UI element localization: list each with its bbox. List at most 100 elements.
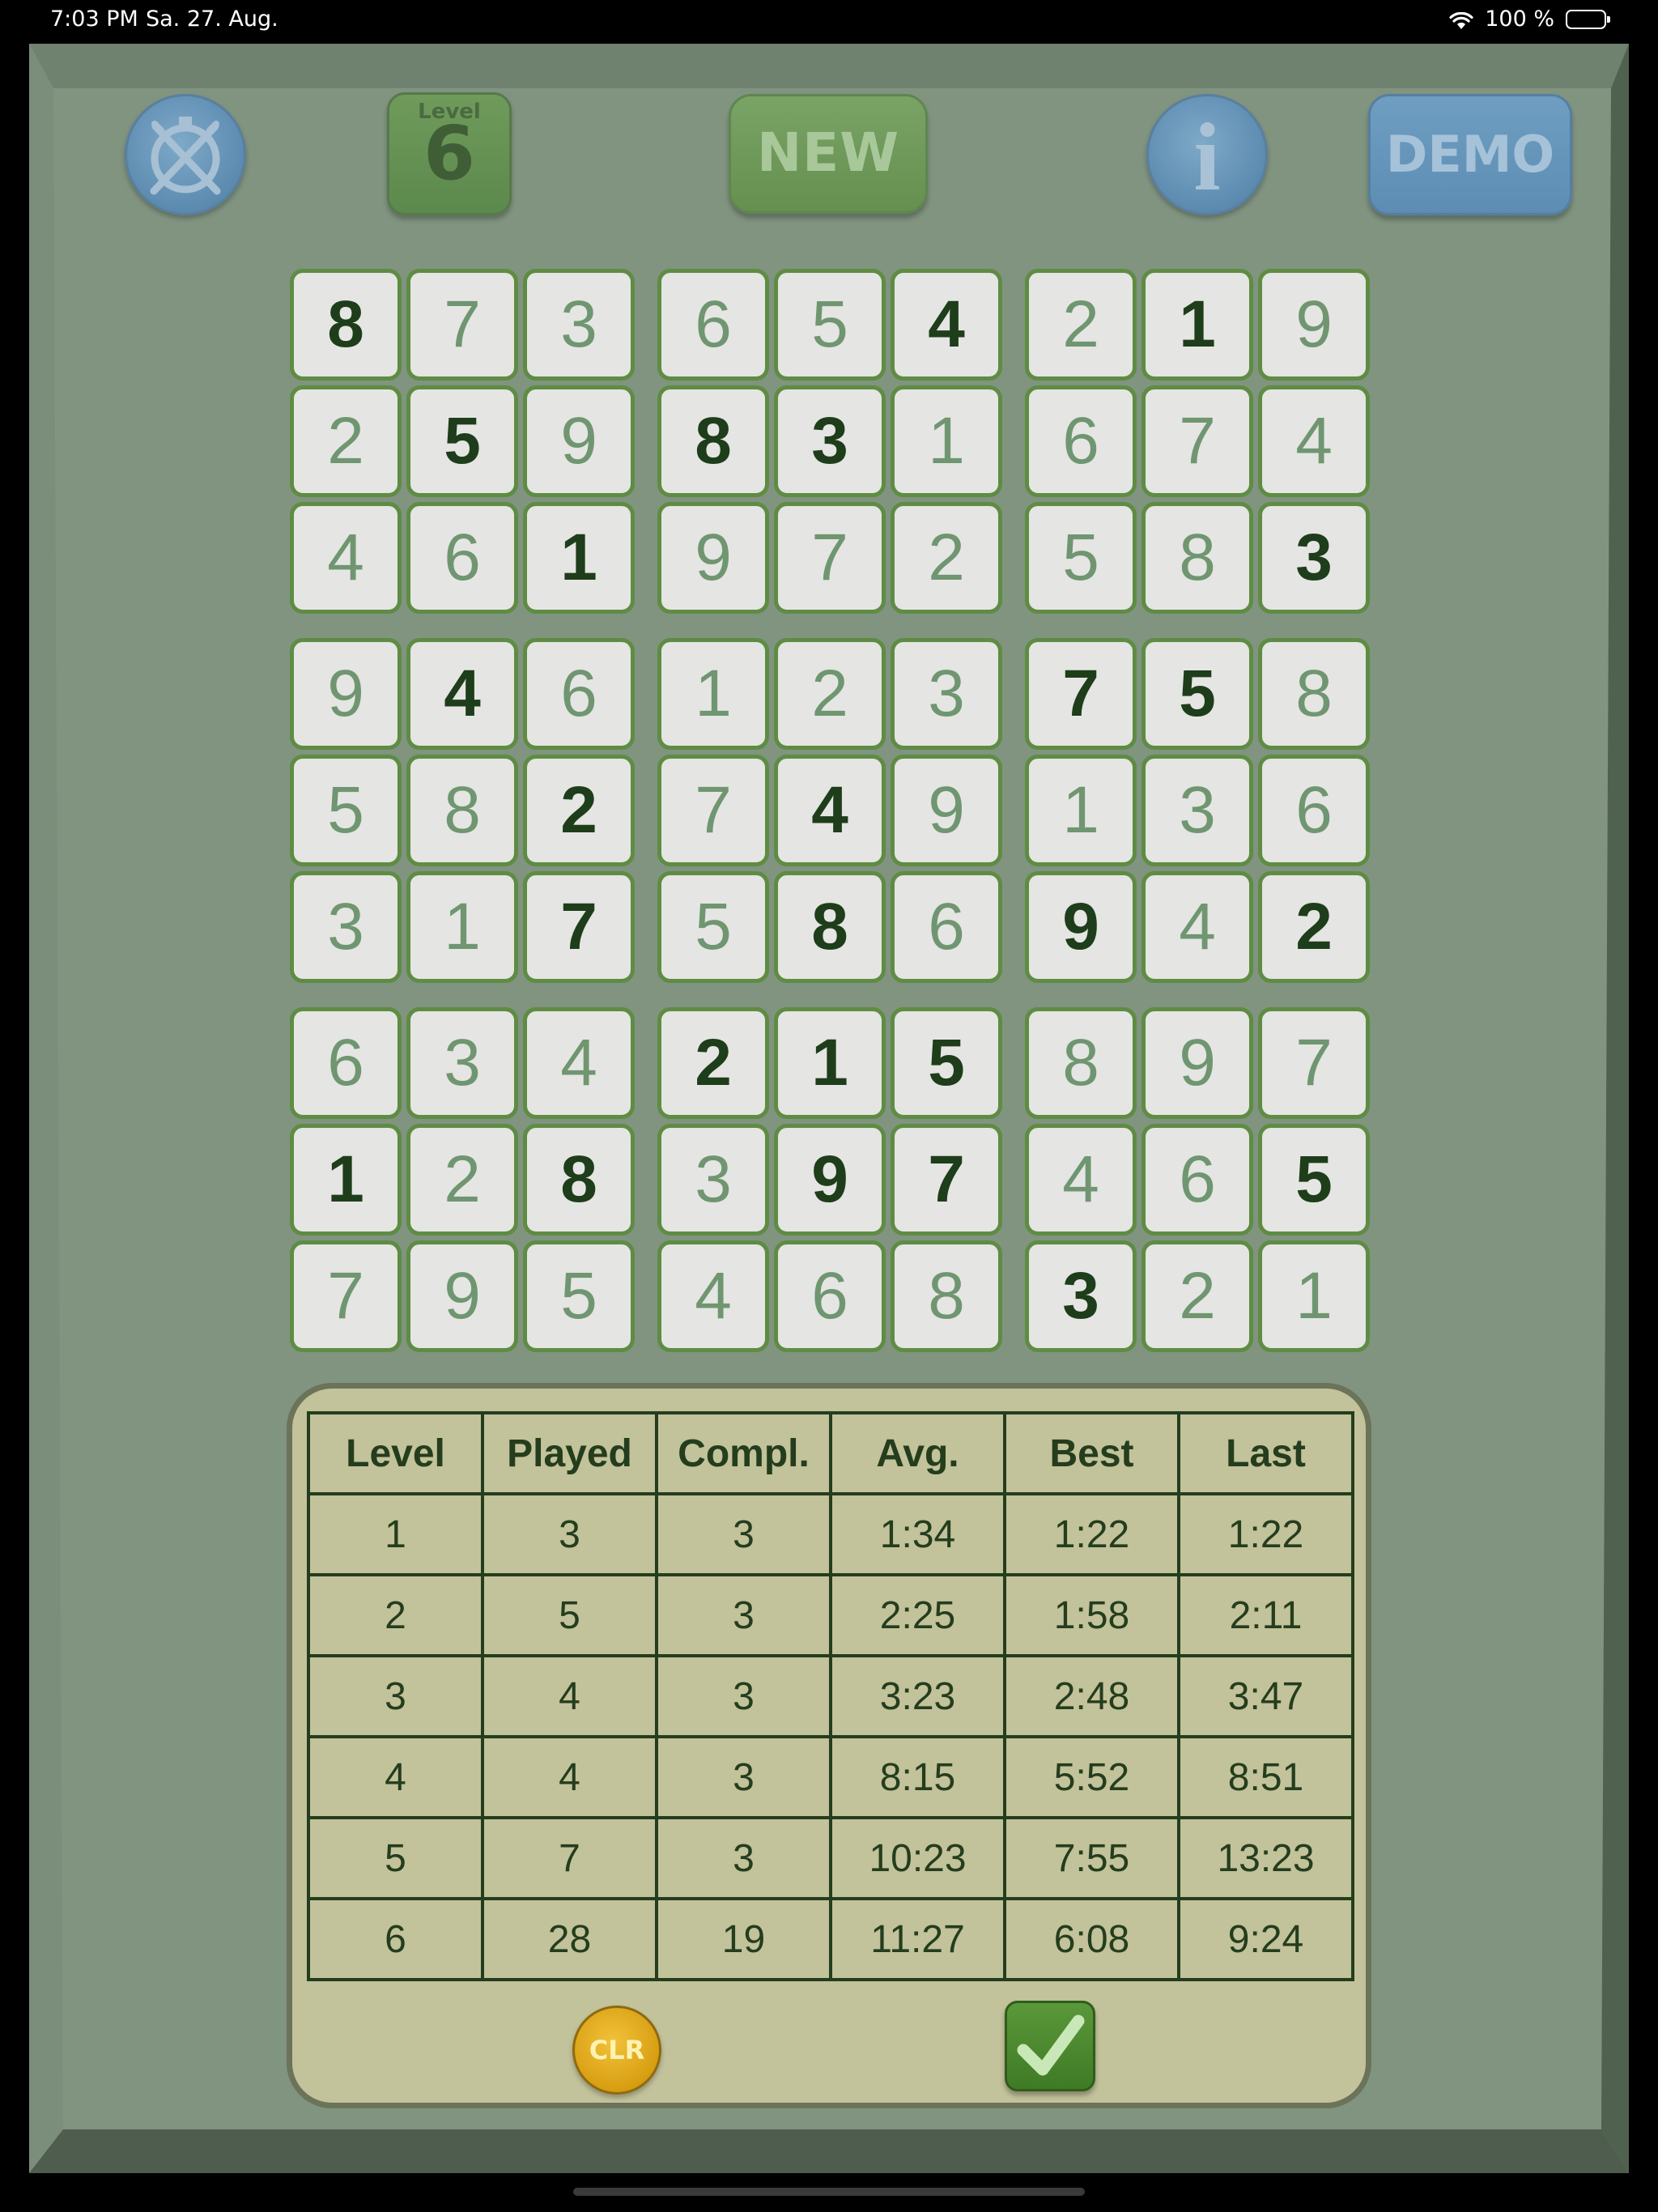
sudoku-cell[interactable]: 5 [657,871,769,983]
sudoku-cell[interactable]: 8 [1258,638,1370,750]
sudoku-cell[interactable]: 9 [290,638,402,750]
sudoku-cell[interactable]: 5 [1258,1124,1370,1236]
sudoku-cell[interactable]: 7 [406,269,518,381]
demo-button[interactable]: DEMO [1368,94,1572,215]
sudoku-cell[interactable]: 7 [657,755,769,866]
sudoku-cell[interactable]: 4 [774,755,886,866]
sudoku-cell[interactable]: 8 [657,385,769,497]
sudoku-cell[interactable]: 3 [774,385,886,497]
sudoku-cell[interactable]: 6 [406,502,518,614]
sudoku-cell[interactable]: 1 [406,871,518,983]
statistics-row: 4 4 3 8:15 5:52 8:51 [307,1735,1354,1819]
header-average: Avg. [829,1411,1006,1495]
sudoku-cell[interactable]: 3 [523,269,635,381]
sudoku-cell[interactable]: 3 [1258,502,1370,614]
sudoku-cell[interactable]: 9 [1141,1007,1253,1119]
statistics-cell: 6:08 [1003,1897,1180,1981]
statistics-panel: Level Played Compl. Avg. Best Last 1 3 3 1:… [287,1383,1371,2108]
sudoku-cell[interactable]: 1 [657,638,769,750]
sudoku-cell[interactable]: 2 [1025,269,1137,381]
sudoku-cell[interactable]: 7 [523,871,635,983]
sudoku-cell[interactable]: 4 [523,1007,635,1119]
sudoku-cell[interactable]: 7 [1141,385,1253,497]
sudoku-cell[interactable]: 2 [1258,871,1370,983]
sudoku-cell[interactable]: 4 [406,638,518,750]
sudoku-cell[interactable]: 5 [406,385,518,497]
sudoku-cell[interactable]: 2 [406,1124,518,1236]
sudoku-cell[interactable]: 3 [290,871,402,983]
info-button[interactable]: i [1146,94,1268,215]
sudoku-cell[interactable]: 4 [891,269,1002,381]
sudoku-cell[interactable]: 2 [290,385,402,497]
sudoku-cell[interactable]: 5 [523,1240,635,1352]
sudoku-cell[interactable]: 1 [891,385,1002,497]
statistics-cell: 2:48 [1003,1654,1180,1738]
sudoku-cell[interactable]: 6 [774,1240,886,1352]
sudoku-cell[interactable]: 9 [1258,269,1370,381]
sudoku-cell[interactable]: 7 [290,1240,402,1352]
sudoku-cell[interactable]: 1 [290,1124,402,1236]
sudoku-cell[interactable]: 6 [891,871,1002,983]
sudoku-cell[interactable]: 7 [1025,638,1137,750]
sudoku-cell[interactable]: 3 [1141,755,1253,866]
sudoku-cell[interactable]: 8 [523,1124,635,1236]
sudoku-cell[interactable]: 6 [1141,1124,1253,1236]
statistics-cell: 1:22 [1177,1492,1354,1576]
status-date: Sa. 27. Aug. [146,6,278,32]
sudoku-cell[interactable]: 3 [657,1124,769,1236]
sudoku-cell[interactable]: 4 [1025,1124,1137,1236]
sudoku-cell[interactable]: 1 [1025,755,1137,866]
sudoku-cell[interactable]: 8 [290,269,402,381]
sudoku-cell[interactable]: 9 [657,502,769,614]
sudoku-cell[interactable]: 8 [406,755,518,866]
status-bar: 7:03 PM Sa. 27. Aug. 100 % [0,0,1658,42]
sudoku-cell[interactable]: 2 [1141,1240,1253,1352]
statistics-row: 1 3 3 1:34 1:22 1:22 [307,1492,1354,1576]
sudoku-cell[interactable]: 6 [1025,385,1137,497]
sudoku-cell[interactable]: 9 [774,1124,886,1236]
new-game-button[interactable]: NEW [729,94,928,214]
sudoku-cell[interactable]: 4 [290,502,402,614]
sudoku-cell[interactable]: 1 [774,1007,886,1119]
sudoku-cell[interactable]: 8 [1141,502,1253,614]
sudoku-cell[interactable]: 4 [1258,385,1370,497]
sudoku-cell[interactable]: 2 [523,755,635,866]
timer-toggle-button[interactable] [125,94,246,215]
sudoku-cell[interactable]: 7 [1258,1007,1370,1119]
sudoku-cell[interactable]: 5 [1141,638,1253,750]
sudoku-cell[interactable]: 9 [891,755,1002,866]
statistics-header-row: Level Played Compl. Avg. Best Last [307,1411,1354,1495]
sudoku-cell[interactable]: 1 [1141,269,1253,381]
sudoku-cell[interactable]: 6 [1258,755,1370,866]
sudoku-cell[interactable]: 4 [657,1240,769,1352]
sudoku-cell[interactable]: 3 [406,1007,518,1119]
sudoku-cell[interactable]: 6 [290,1007,402,1119]
status-time: 7:03 PM [50,6,138,32]
clear-stats-button[interactable]: CLR [572,2006,661,2095]
sudoku-cell[interactable]: 7 [774,502,886,614]
sudoku-cell[interactable]: 9 [406,1240,518,1352]
sudoku-cell[interactable]: 7 [891,1124,1002,1236]
sudoku-cell[interactable]: 5 [891,1007,1002,1119]
sudoku-cell[interactable]: 4 [1141,871,1253,983]
sudoku-cell[interactable]: 2 [657,1007,769,1119]
sudoku-cell[interactable]: 9 [523,385,635,497]
sudoku-cell[interactable]: 8 [891,1240,1002,1352]
sudoku-cell[interactable]: 6 [523,638,635,750]
sudoku-cell[interactable]: 2 [774,638,886,750]
sudoku-cell[interactable]: 1 [523,502,635,614]
sudoku-cell[interactable]: 9 [1025,871,1137,983]
sudoku-cell[interactable]: 5 [774,269,886,381]
sudoku-cell[interactable]: 1 [1258,1240,1370,1352]
sudoku-cell[interactable]: 2 [891,502,1002,614]
sudoku-cell[interactable]: 5 [290,755,402,866]
sudoku-cell[interactable]: 8 [1025,1007,1137,1119]
sudoku-cell[interactable]: 3 [1025,1240,1137,1352]
confirm-button[interactable] [1005,2001,1095,2091]
sudoku-cell[interactable]: 3 [891,638,1002,750]
sudoku-cell[interactable]: 8 [774,871,886,983]
sudoku-cell[interactable]: 6 [657,269,769,381]
sudoku-cell[interactable]: 5 [1025,502,1137,614]
statistics-cell: 3 [655,1573,832,1657]
level-button[interactable]: Level 6 [387,92,512,215]
